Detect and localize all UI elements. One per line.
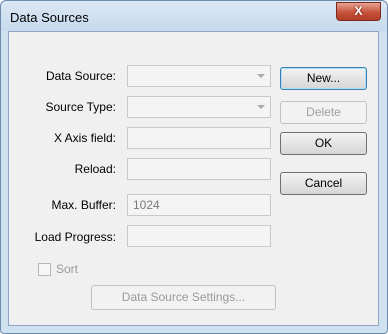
source-type-label: Source Type: [45,100,117,114]
data-source-label: Data Source: [45,69,116,83]
sort-checkbox[interactable] [38,263,51,276]
reload-label: Reload: [74,162,116,176]
x-axis-field-label: X Axis field: [53,131,116,145]
max-buffer-label: Max. Buffer: [51,198,116,212]
dialog-window: Data Sources X Data Source: Source Type:… [0,0,388,334]
close-icon: X [354,4,363,18]
reload-input[interactable] [127,158,271,180]
load-progress-bar [127,225,271,247]
max-buffer-input[interactable]: 1024 [127,194,271,216]
data-source-combobox[interactable] [127,65,271,87]
close-button[interactable]: X [336,2,381,21]
load-progress-label: Load Progress: [34,230,116,244]
source-type-combobox[interactable] [127,96,271,118]
dialog-body: Data Source: Source Type: X Axis field: … [8,31,379,326]
sort-label: Sort [56,262,79,276]
max-buffer-value: 1024 [133,198,160,212]
cancel-button[interactable]: Cancel [280,172,367,195]
window-title: Data Sources [10,10,89,25]
new-button[interactable]: New... [280,67,367,90]
delete-button[interactable]: Delete [280,101,367,124]
x-axis-field-input[interactable] [127,127,271,149]
chevron-down-icon [257,74,265,78]
data-source-settings-button[interactable]: Data Source Settings... [91,285,276,310]
title-bar[interactable]: Data Sources X [1,1,387,31]
chevron-down-icon [257,105,265,109]
ok-button[interactable]: OK [280,132,367,155]
